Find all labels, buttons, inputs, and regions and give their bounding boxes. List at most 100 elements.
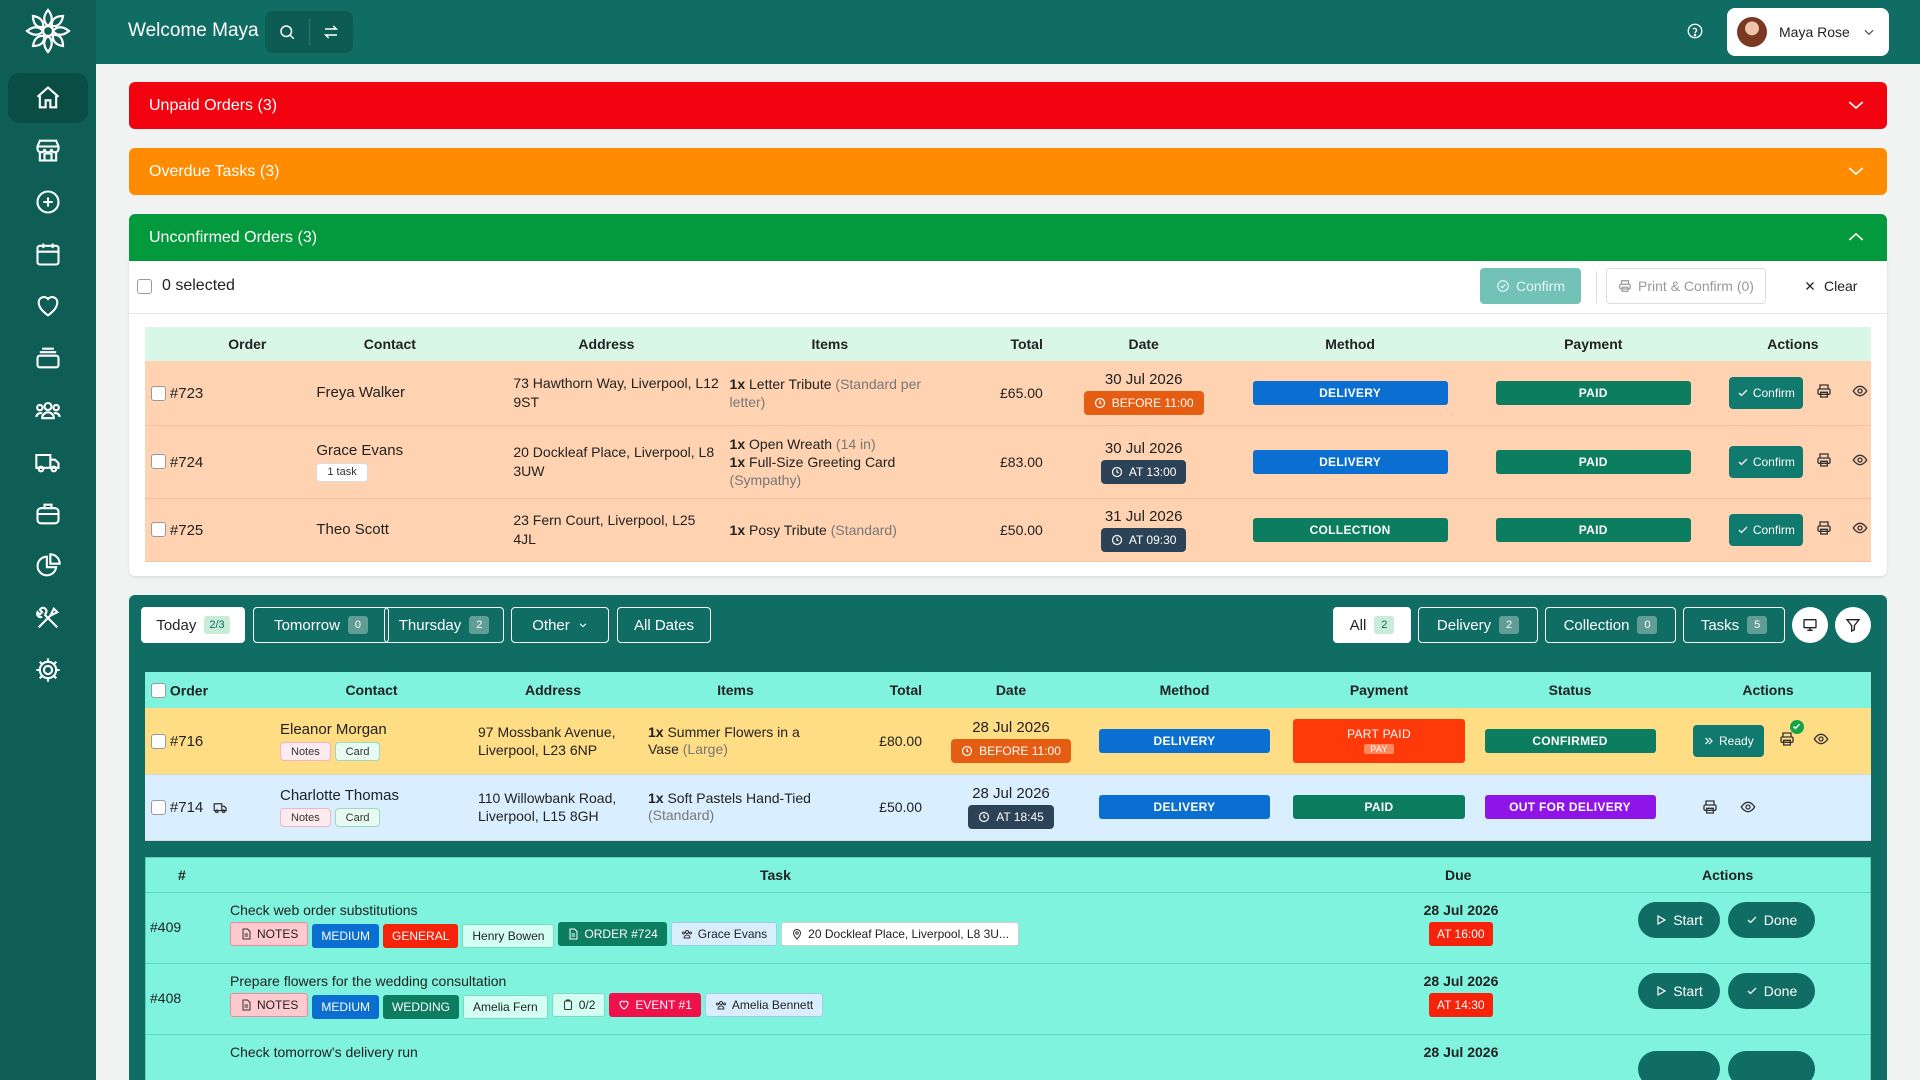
order-link-tag[interactable]: ORDER #724 — [558, 922, 667, 946]
contact-tag[interactable]: Amelia Bennett — [704, 993, 824, 1017]
row-checkbox[interactable] — [151, 522, 166, 538]
nav-heart-icon[interactable] — [8, 281, 88, 331]
confirm-order-button[interactable]: Confirm — [1728, 445, 1803, 478]
print-icon[interactable] — [1697, 794, 1723, 820]
row-checkbox[interactable] — [151, 799, 166, 815]
nav-pie-chart-icon[interactable] — [8, 541, 88, 591]
filter-tasks-button[interactable]: Tasks 5 — [1683, 607, 1785, 643]
contact-tag[interactable]: Grace Evans — [670, 922, 778, 946]
address-tag[interactable]: 20 Dockleaf Place, Liverpool, L8 3U... — [781, 922, 1019, 946]
filter-collection-button[interactable]: Collection 0 — [1545, 607, 1676, 643]
task-row[interactable]: Check tomorrow's delivery run 28 Jul 202… — [146, 1034, 1870, 1080]
swap-icon[interactable] — [309, 11, 353, 53]
assignee-tag[interactable]: Amelia Fern — [463, 995, 548, 1019]
print-icon[interactable] — [1811, 378, 1837, 404]
topbar-actions — [265, 11, 353, 53]
table-row[interactable]: #723 Freya Walker 73 Hawthorn Way, Liver… — [145, 361, 1873, 426]
clear-button[interactable]: Clear — [1804, 268, 1857, 304]
filter-delivery-button[interactable]: Delivery 2 — [1418, 607, 1538, 643]
row-checkbox[interactable] — [151, 385, 166, 401]
order-number[interactable]: #723 — [170, 385, 203, 402]
task-count-tag[interactable]: 1 task — [316, 462, 368, 482]
nav-tools-icon[interactable] — [8, 593, 88, 643]
filter-icon[interactable] — [1835, 607, 1871, 643]
table-row[interactable]: #716 Eleanor Morgan Notes Card 97 Mossban… — [145, 708, 1871, 775]
event-tag[interactable]: EVENT #1 — [609, 993, 701, 1017]
eye-icon[interactable] — [1847, 378, 1873, 404]
row-checkbox[interactable] — [151, 733, 166, 749]
start-button[interactable]: Start — [1638, 973, 1720, 1009]
flower-logo-icon[interactable] — [24, 7, 72, 55]
display-icon[interactable] — [1792, 607, 1828, 643]
payment-badge[interactable]: PART PAID PAY — [1293, 718, 1465, 763]
filter-today-button[interactable]: Today 2/3 — [141, 607, 245, 643]
eye-icon[interactable] — [1847, 515, 1873, 541]
eye-icon[interactable] — [1808, 726, 1834, 752]
check-icon — [1789, 719, 1804, 734]
notes-tag[interactable]: NOTES — [230, 993, 309, 1017]
document-icon — [242, 928, 251, 940]
confirm-selected-button[interactable]: Confirm — [1480, 268, 1581, 304]
filter-tomorrow-button[interactable]: Tomorrow 0 — [253, 607, 389, 643]
unconfirmed-orders-accordion[interactable]: Unconfirmed Orders (3) — [129, 214, 1887, 261]
table-row[interactable]: #714 Charlotte Thomas Notes Card 110 Will… — [145, 774, 1871, 841]
orders-schedule-table: Order Contact Address Items Total Date M… — [145, 672, 1871, 841]
nav-store-icon[interactable] — [8, 125, 88, 175]
nav-settings-icon[interactable] — [8, 645, 88, 695]
order-number[interactable]: #724 — [170, 453, 203, 470]
card-tag[interactable]: Card — [334, 808, 381, 828]
task-row[interactable]: #409 Check web order substitutions NOTES… — [146, 892, 1870, 963]
notes-tag[interactable]: Notes — [280, 742, 331, 761]
order-number[interactable]: #716 — [170, 733, 203, 750]
eye-icon[interactable] — [1847, 447, 1873, 473]
table-row[interactable]: #725 Theo Scott 23 Fern Court, Liverpool… — [145, 498, 1873, 562]
address: 20 Dockleaf Place, Liverpool, L8 3UW — [493, 425, 720, 499]
nav-home-icon[interactable] — [8, 73, 88, 123]
help-icon[interactable] — [1686, 22, 1704, 40]
items-cell: 1x Letter Tribute (Standard per letter) — [719, 361, 941, 426]
task-row[interactable]: #408 Prepare flowers for the wedding con… — [146, 963, 1870, 1034]
filter-thursday-button[interactable]: Thursday 2 — [384, 607, 504, 643]
print-icon[interactable] — [1774, 719, 1804, 752]
notes-tag[interactable]: NOTES — [230, 922, 309, 946]
done-button[interactable]: Done — [1728, 902, 1815, 938]
confirm-order-button[interactable]: Confirm — [1728, 513, 1803, 546]
order-number[interactable]: #725 — [170, 521, 203, 538]
start-button[interactable]: Start — [1638, 902, 1720, 938]
unpaid-orders-accordion[interactable]: Unpaid Orders (3) — [129, 82, 1887, 129]
subtasks-tag[interactable]: 0/2 — [551, 993, 606, 1017]
eye-icon[interactable] — [1735, 794, 1761, 820]
nav-calendar-icon[interactable] — [8, 229, 88, 279]
filter-all-button[interactable]: All 2 — [1333, 607, 1411, 643]
confirm-order-button[interactable]: Confirm — [1728, 376, 1803, 409]
start-button[interactable] — [1638, 1051, 1720, 1080]
user-menu-button[interactable]: Maya Rose — [1727, 8, 1889, 56]
nav-truck-icon[interactable] — [8, 437, 88, 487]
done-button[interactable]: Done — [1728, 973, 1815, 1009]
search-icon[interactable] — [265, 11, 309, 53]
nav-add-icon[interactable] — [8, 177, 88, 227]
select-all-checkbox[interactable] — [151, 683, 166, 699]
ready-button[interactable]: Ready — [1693, 724, 1764, 757]
order-number[interactable]: #714 — [170, 799, 203, 816]
order-date: 28 Jul 2026 — [972, 718, 1050, 736]
card-tag[interactable]: Card — [334, 742, 381, 761]
assignee-tag[interactable]: Henry Bowen — [462, 924, 555, 948]
nav-people-icon[interactable] — [8, 385, 88, 435]
done-button[interactable] — [1728, 1051, 1815, 1080]
filter-all-dates-button[interactable]: All Dates — [617, 607, 711, 643]
time-badge: AT 13:00 — [1100, 459, 1187, 484]
filter-other-dropdown[interactable]: Other — [511, 607, 609, 643]
select-all-checkbox[interactable] — [137, 278, 152, 294]
row-checkbox[interactable] — [151, 454, 166, 470]
print-icon[interactable] — [1811, 515, 1837, 541]
overdue-tasks-accordion[interactable]: Overdue Tasks (3) — [129, 148, 1887, 195]
table-row[interactable]: #724 Grace Evans 1 task 20 Dockleaf Place… — [145, 425, 1873, 499]
nav-briefcase-icon[interactable] — [8, 489, 88, 539]
notes-tag[interactable]: Notes — [280, 808, 331, 828]
print-confirm-button[interactable]: Print & Confirm (0) — [1606, 268, 1766, 304]
time-badge: BEFORE 11:00 — [951, 738, 1071, 763]
nav-layers-icon[interactable] — [8, 333, 88, 383]
print-icon[interactable] — [1811, 447, 1837, 473]
pay-button[interactable]: PAY — [1364, 744, 1394, 755]
